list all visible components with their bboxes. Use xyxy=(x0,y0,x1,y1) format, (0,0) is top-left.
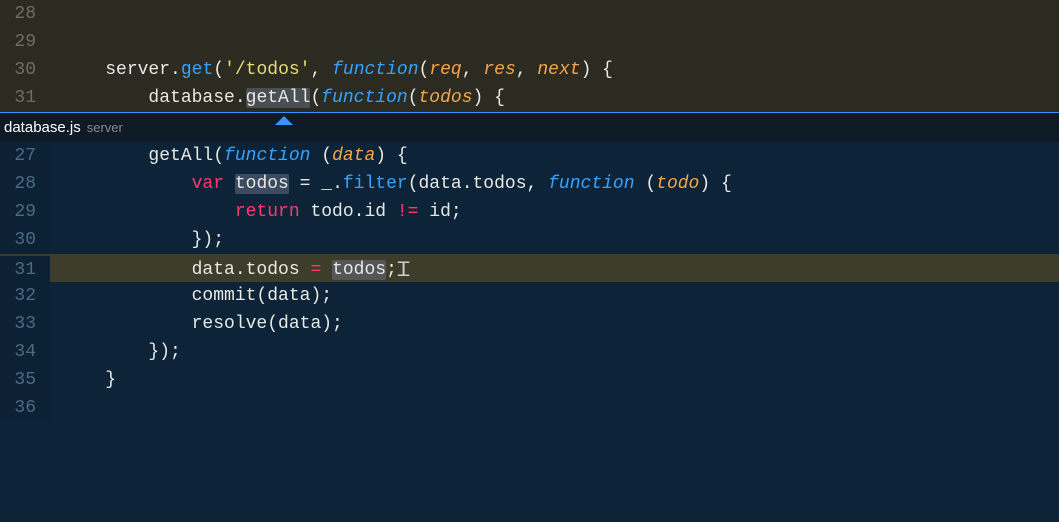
peek-pointer-icon xyxy=(275,116,293,125)
gutter-line-number: 31 xyxy=(0,84,50,112)
peek-editor-line[interactable]: 34 }); xyxy=(0,338,1059,366)
token: todo xyxy=(656,174,699,194)
peek-editor-line[interactable]: 27 getAll(function (data) { xyxy=(0,142,1059,170)
code-content[interactable]: }); xyxy=(50,338,1059,366)
peek-editor-line[interactable]: 36 xyxy=(0,394,1059,422)
token: server xyxy=(105,60,170,80)
token: . xyxy=(170,60,181,80)
gutter-line-number: 29 xyxy=(0,28,50,56)
token: ( xyxy=(213,60,224,80)
token: req xyxy=(429,60,461,80)
code-content[interactable]: getAll(function (data) { xyxy=(50,142,1059,170)
code-content[interactable]: server.get('/todos', function(req, res, … xyxy=(50,56,1059,84)
token: todos xyxy=(419,88,473,108)
gutter-line-number: 34 xyxy=(0,338,50,366)
token: ( xyxy=(408,88,419,108)
token: } xyxy=(105,370,116,390)
code-content[interactable]: }); xyxy=(50,226,1059,254)
token: todos xyxy=(332,260,386,280)
peek-editor-pane[interactable]: 27 getAll(function (data) {28 var todos … xyxy=(0,142,1059,522)
code-content[interactable]: commit(data); xyxy=(50,282,1059,310)
token: database. xyxy=(148,88,245,108)
token: res xyxy=(483,60,515,80)
token: next xyxy=(537,60,580,80)
token: ( xyxy=(310,88,321,108)
token: }); xyxy=(192,230,224,250)
token: ( xyxy=(310,146,332,166)
token: }); xyxy=(148,342,180,362)
token: var xyxy=(192,174,224,194)
top-editor-line[interactable]: 31 database.getAll(function(todos) { xyxy=(0,84,1059,112)
token: getAll( xyxy=(148,146,224,166)
gutter-line-number: 33 xyxy=(0,310,50,338)
token: function xyxy=(548,174,634,194)
code-content[interactable]: } xyxy=(50,366,1059,394)
token xyxy=(224,174,235,194)
token: commit(data); xyxy=(192,286,332,306)
peek-editor-line[interactable]: 33 resolve(data); xyxy=(0,310,1059,338)
gutter-line-number: 28 xyxy=(0,0,50,28)
token: function xyxy=(332,60,418,80)
gutter-line-number: 36 xyxy=(0,394,50,422)
gutter-line-number: 28 xyxy=(0,170,50,198)
token: id; xyxy=(418,202,461,222)
token: = _. xyxy=(289,174,343,194)
peek-filename[interactable]: database.js xyxy=(4,119,81,136)
peek-editor-line[interactable]: 29 return todo.id != id; xyxy=(0,198,1059,226)
token: , xyxy=(516,60,538,80)
token: function xyxy=(321,88,407,108)
gutter-line-number: 30 xyxy=(0,56,50,84)
peek-header[interactable]: database.js server xyxy=(0,112,1059,142)
token: ) { xyxy=(581,60,613,80)
gutter-line-number: 30 xyxy=(0,226,50,254)
gutter-line-number: 32 xyxy=(0,282,50,310)
peek-location: server xyxy=(87,120,123,135)
gutter-line-number: 27 xyxy=(0,142,50,170)
code-editor[interactable]: 282930 server.get('/todos', function(req… xyxy=(0,0,1059,522)
top-editor-line[interactable]: 29 xyxy=(0,28,1059,56)
peek-editor-line[interactable]: 31 data.todos = todos;Ꮖ xyxy=(0,254,1059,282)
token: ) { xyxy=(699,174,731,194)
token: function xyxy=(224,146,310,166)
code-content[interactable]: var todos = _.filter(data.todos, functio… xyxy=(50,170,1059,198)
peek-editor-line[interactable]: 30 }); xyxy=(0,226,1059,254)
gutter-line-number: 31 xyxy=(0,256,50,284)
token: ) { xyxy=(375,146,407,166)
token xyxy=(321,260,332,280)
peek-editor-line[interactable]: 32 commit(data); xyxy=(0,282,1059,310)
token: ; xyxy=(386,260,397,280)
token: filter xyxy=(343,174,408,194)
top-editor-line[interactable]: 28 xyxy=(0,0,1059,28)
token: = xyxy=(310,260,321,280)
token: , xyxy=(462,60,484,80)
text-cursor-icon: Ꮖ xyxy=(397,256,411,284)
gutter-line-number: 29 xyxy=(0,198,50,226)
token: todos xyxy=(235,174,289,194)
token: return xyxy=(235,202,300,222)
code-content[interactable]: return todo.id != id; xyxy=(50,198,1059,226)
token: get xyxy=(181,60,213,80)
token: (data.todos, xyxy=(408,174,548,194)
token: != xyxy=(397,202,419,222)
token: ( xyxy=(635,174,657,194)
token: data xyxy=(332,146,375,166)
token: '/todos' xyxy=(224,60,310,80)
token: data.todos xyxy=(192,260,311,280)
token: ( xyxy=(419,60,430,80)
top-editor-pane[interactable]: 282930 server.get('/todos', function(req… xyxy=(0,0,1059,112)
peek-editor-line[interactable]: 28 var todos = _.filter(data.todos, func… xyxy=(0,170,1059,198)
token: resolve(data); xyxy=(192,314,343,334)
token: getAll xyxy=(246,88,311,108)
token: , xyxy=(310,60,332,80)
peek-editor-line[interactable]: 35 } xyxy=(0,366,1059,394)
gutter-line-number: 35 xyxy=(0,366,50,394)
token: todo.id xyxy=(300,202,397,222)
code-content[interactable]: database.getAll(function(todos) { xyxy=(50,84,1059,112)
code-content[interactable]: resolve(data); xyxy=(50,310,1059,338)
top-editor-line[interactable]: 30 server.get('/todos', function(req, re… xyxy=(0,56,1059,84)
code-content[interactable]: data.todos = todos;Ꮖ xyxy=(50,254,1059,284)
token: ) { xyxy=(473,88,505,108)
